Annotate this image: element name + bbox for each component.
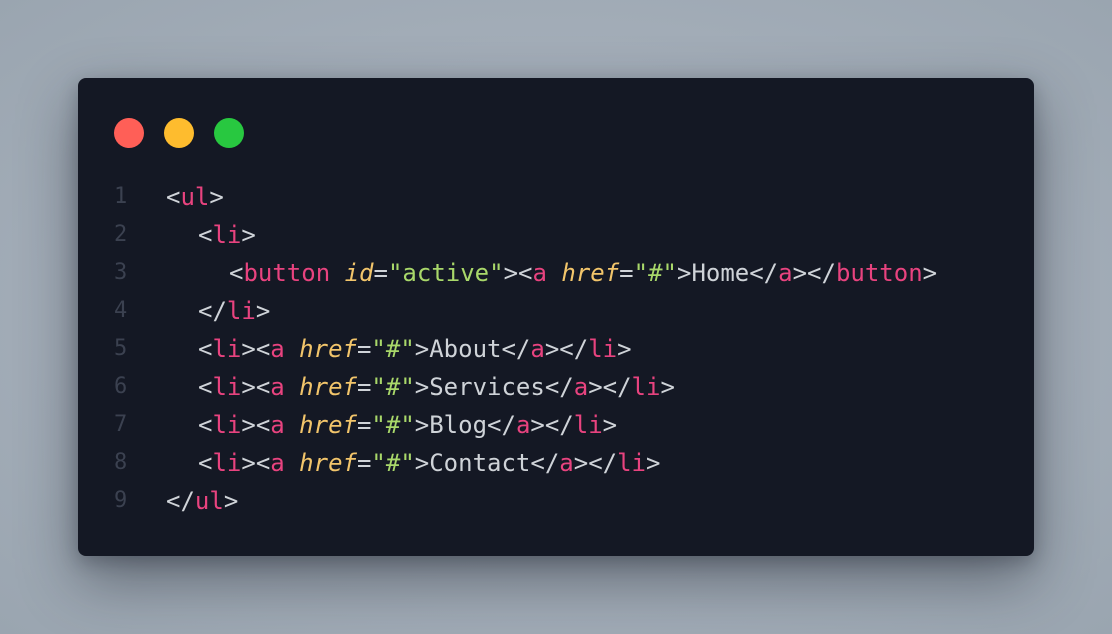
line-number: 3 bbox=[114, 260, 128, 285]
code-text: </li> bbox=[198, 297, 271, 325]
line-number: 1 bbox=[114, 184, 128, 209]
code-line: 1 <ul> bbox=[114, 178, 1014, 216]
maximize-dot-icon[interactable] bbox=[214, 118, 244, 148]
code-text: <button id="active"><a href="#">Home</a>… bbox=[229, 259, 938, 287]
code-text: <li> bbox=[198, 221, 256, 249]
code-text: <li><a href="#">Contact</a></li> bbox=[198, 449, 661, 477]
line-number: 5 bbox=[114, 336, 128, 361]
code-line: 8 <li><a href="#">Contact</a></li> bbox=[114, 444, 1014, 482]
code-text: <li><a href="#">Services</a></li> bbox=[198, 373, 675, 401]
line-number: 8 bbox=[114, 450, 128, 475]
code-line: 6 <li><a href="#">Services</a></li> bbox=[114, 368, 1014, 406]
line-number: 6 bbox=[114, 374, 128, 399]
code-line: 9 </ul> bbox=[114, 482, 1014, 520]
code-line: 4 </li> bbox=[114, 292, 1014, 330]
line-number: 9 bbox=[114, 488, 128, 513]
code-text: <li><a href="#">About</a></li> bbox=[198, 335, 632, 363]
code-text: <ul> bbox=[166, 183, 224, 211]
minimize-dot-icon[interactable] bbox=[164, 118, 194, 148]
code-window: 1 <ul> 2 <li> 3 <button id="active"><a h… bbox=[78, 78, 1034, 556]
code-line: 2 <li> bbox=[114, 216, 1014, 254]
code-line: 3 <button id="active"><a href="#">Home</… bbox=[114, 254, 1014, 292]
line-number: 4 bbox=[114, 298, 128, 323]
line-number: 7 bbox=[114, 412, 128, 437]
line-number: 2 bbox=[114, 222, 128, 247]
code-line: 7 <li><a href="#">Blog</a></li> bbox=[114, 406, 1014, 444]
code-text: </ul> bbox=[166, 487, 239, 515]
code-text: <li><a href="#">Blog</a></li> bbox=[198, 411, 618, 439]
close-dot-icon[interactable] bbox=[114, 118, 144, 148]
code-block: 1 <ul> 2 <li> 3 <button id="active"><a h… bbox=[114, 178, 1014, 520]
code-line: 5 <li><a href="#">About</a></li> bbox=[114, 330, 1014, 368]
